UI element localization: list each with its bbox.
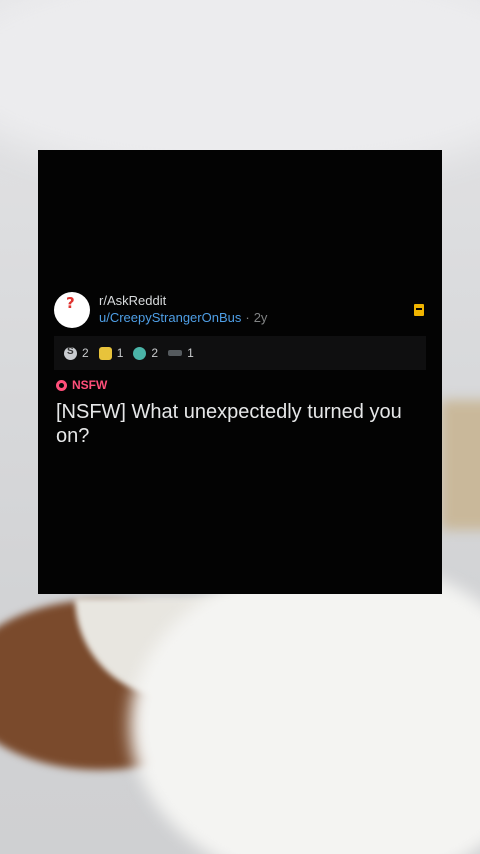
silver-award-icon <box>64 346 77 360</box>
askreddit-logo-icon: ? <box>66 294 75 312</box>
post-card[interactable]: ? r/AskReddit u/CreepyStrangerOnBus ·2y 2… <box>38 150 442 594</box>
subreddit-avatar[interactable]: ? <box>54 292 90 328</box>
award-count: 1 <box>116 346 124 360</box>
background-book <box>440 400 480 530</box>
post-age: 2y <box>253 310 268 325</box>
award-gold: 1 <box>98 346 124 360</box>
wholesome-award-icon <box>133 346 147 360</box>
awards-bar[interactable]: 2 1 2 1 <box>54 336 426 370</box>
rocket-award-icon <box>168 350 183 356</box>
award-count: 2 <box>151 346 159 360</box>
award-wholesome: 2 <box>133 346 158 360</box>
post-meta: r/AskReddit u/CreepyStrangerOnBus · 2y <box>99 293 267 327</box>
nsfw-tag: NSFW <box>56 378 107 392</box>
award-count: 1 <box>187 346 194 360</box>
post-title[interactable]: [NSFW] What unexpectedly turned you on? <box>56 400 416 448</box>
nsfw-label: NSFW <box>72 378 108 392</box>
author-line: u/CreepyStrangerOnBus · 2y <box>99 309 267 327</box>
author-username[interactable]: u/CreepyStrangerOnBus <box>99 310 241 325</box>
award-rocket: 1 <box>168 346 194 360</box>
award-silver: 2 <box>64 346 89 360</box>
gold-award-icon <box>98 346 112 360</box>
video-background: ? r/AskReddit u/CreepyStrangerOnBus ·2y 2… <box>0 0 480 854</box>
bookmark-icon[interactable] <box>414 304 424 316</box>
meta-separator: · <box>245 310 250 325</box>
subreddit-name[interactable]: r/AskReddit <box>99 293 267 309</box>
nsfw-icon <box>56 379 67 391</box>
post-header: ? r/AskReddit u/CreepyStrangerOnBus · 2y <box>54 292 267 328</box>
award-count: 2 <box>82 346 89 360</box>
